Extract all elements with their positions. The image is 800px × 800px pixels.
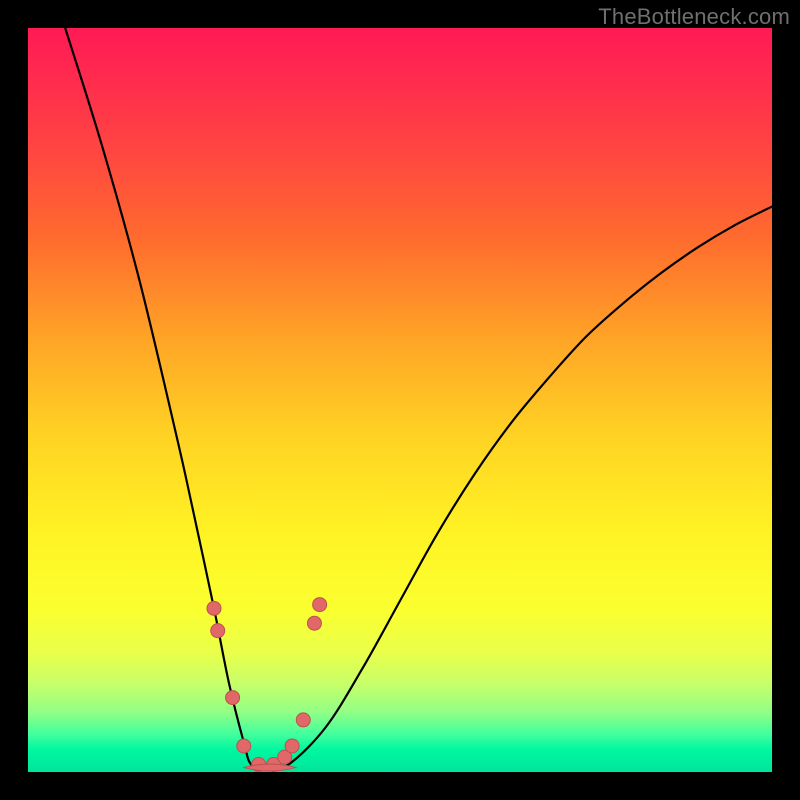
fit-marker (211, 624, 225, 638)
fit-marker (296, 713, 310, 727)
fit-marker (226, 691, 240, 705)
fit-marker (313, 598, 327, 612)
bottleneck-curve (65, 28, 772, 769)
watermark-text: TheBottleneck.com (598, 4, 790, 30)
plot-area (28, 28, 772, 772)
fit-marker (207, 601, 221, 615)
fit-markers (207, 598, 327, 772)
fit-marker (307, 616, 321, 630)
chart-frame: TheBottleneck.com (0, 0, 800, 800)
curve-layer (28, 28, 772, 772)
fit-marker (285, 739, 299, 753)
fit-marker (237, 739, 251, 753)
